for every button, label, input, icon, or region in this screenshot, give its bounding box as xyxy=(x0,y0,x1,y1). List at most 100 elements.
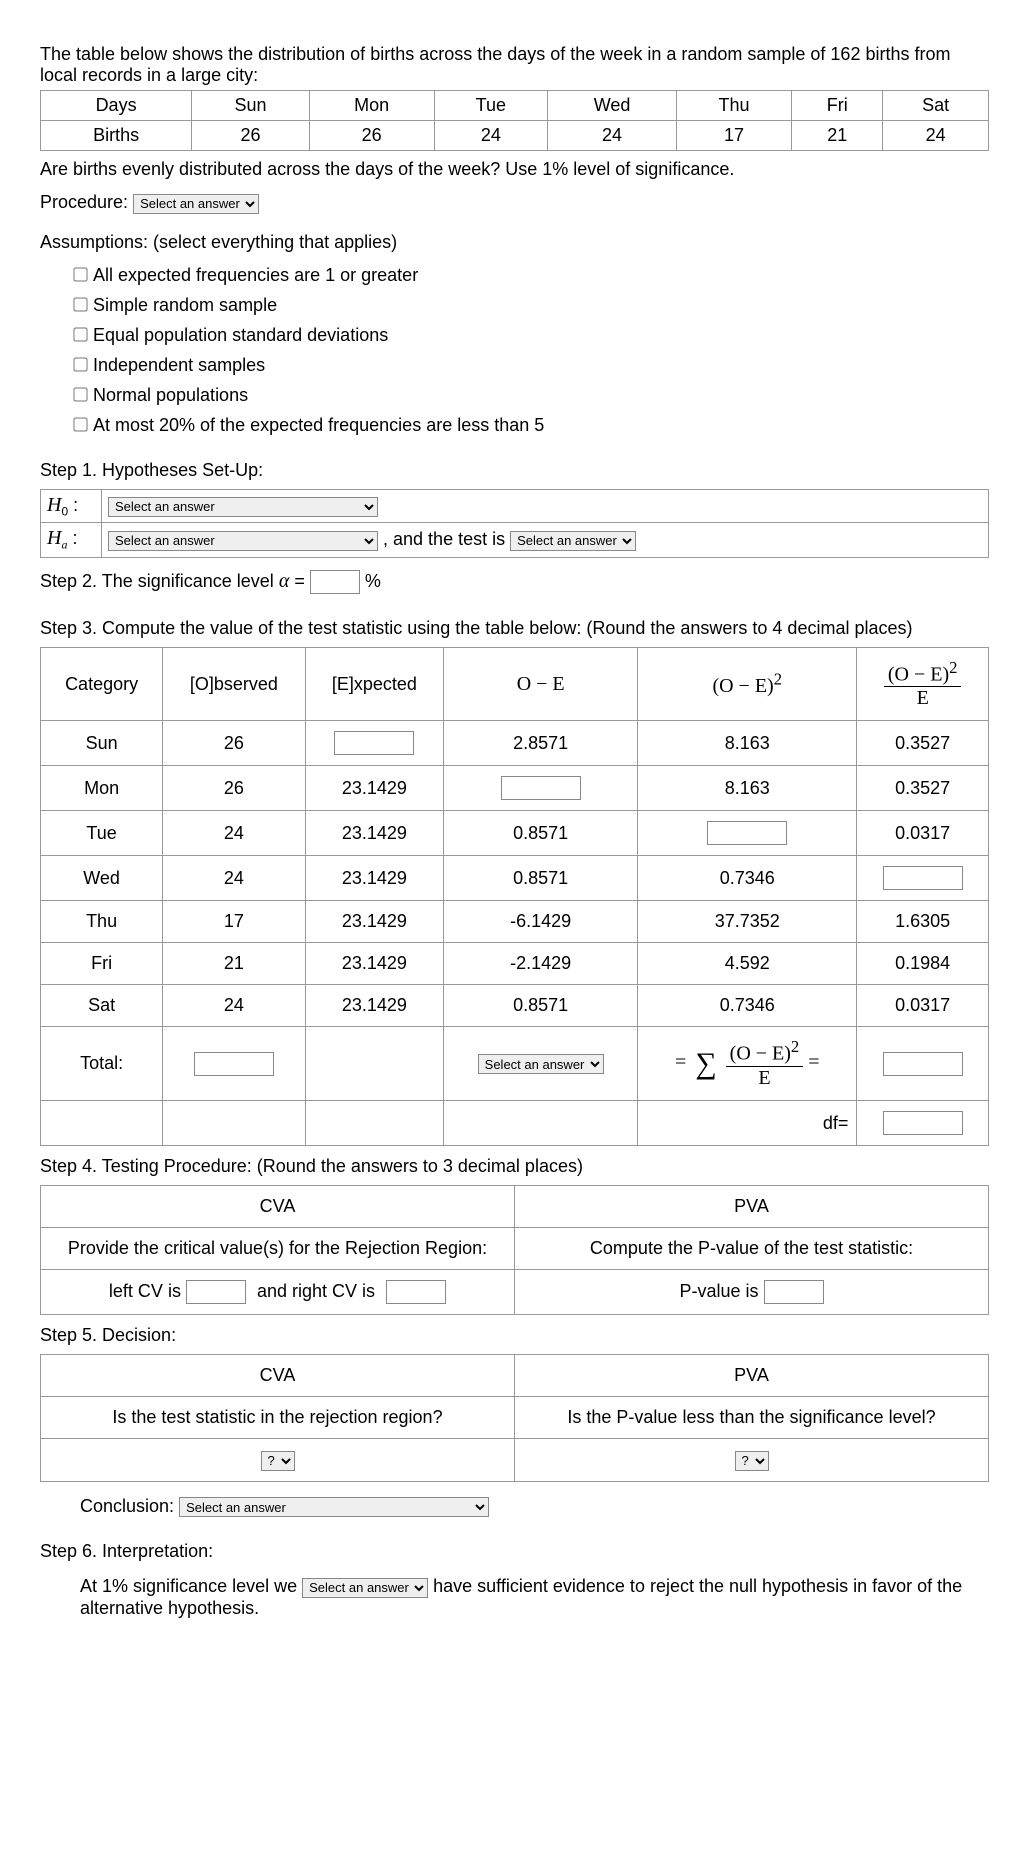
step5-table: CVA PVA Is the test statistic in the rej… xyxy=(40,1354,989,1482)
right-cv-input[interactable] xyxy=(386,1280,446,1304)
cell: 17 xyxy=(676,121,791,151)
step5-title: Step 5. Decision: xyxy=(40,1325,989,1346)
chi-input[interactable] xyxy=(883,866,963,890)
df-input[interactable] xyxy=(883,1111,963,1135)
colon: : xyxy=(73,495,78,515)
total-observed-input[interactable] xyxy=(194,1052,274,1076)
assumption-label: At most 20% of the expected frequencies … xyxy=(93,415,544,435)
cell: 24 xyxy=(163,985,306,1027)
df-label: df= xyxy=(638,1101,857,1146)
cell: Sat xyxy=(883,91,989,121)
cell: 8.163 xyxy=(638,721,857,766)
step4-title: Step 4. Testing Procedure: (Round the an… xyxy=(40,1156,989,1177)
cell: 23.1429 xyxy=(305,985,443,1027)
assumption-checkbox-2[interactable] xyxy=(73,327,87,341)
hdr-expected: [E]xpected xyxy=(305,647,443,721)
cell: 2.8571 xyxy=(444,721,638,766)
assumptions-label: Assumptions: (select everything that app… xyxy=(40,232,989,253)
cell: 17 xyxy=(163,901,306,943)
cell: 0.8571 xyxy=(444,985,638,1027)
ha-select[interactable]: Select an answer xyxy=(108,531,378,551)
right-cv-label: and right CV is xyxy=(257,1281,375,1301)
conclusion-select[interactable]: Select an answer xyxy=(179,1497,489,1517)
assumption-label: Equal population standard deviations xyxy=(93,325,388,345)
cell: 0.7346 xyxy=(638,856,857,901)
cell: Thu xyxy=(676,91,791,121)
cell: 0.3527 xyxy=(857,766,989,811)
cva-decision-select[interactable]: ? xyxy=(261,1451,295,1471)
cell: 0.8571 xyxy=(444,811,638,856)
assumption-checkbox-5[interactable] xyxy=(73,417,87,431)
assumption-label: Normal populations xyxy=(93,385,248,405)
cva-header: CVA xyxy=(41,1186,515,1228)
total-label: Total: xyxy=(41,1027,163,1101)
cell: 24 xyxy=(548,121,677,151)
procedure-select[interactable]: Select an answer xyxy=(133,194,259,214)
cell: 26 xyxy=(309,121,434,151)
ha-sub: a xyxy=(61,538,67,552)
cell: 23.1429 xyxy=(305,811,443,856)
test-type-select[interactable]: Select an answer xyxy=(510,531,636,551)
expected-input[interactable] xyxy=(334,731,414,755)
ha-tail: , and the test is xyxy=(383,529,505,549)
assumption-label: Independent samples xyxy=(93,355,265,375)
pva-header2: PVA xyxy=(515,1355,989,1397)
cell: Fri xyxy=(792,91,883,121)
chi-total-input[interactable] xyxy=(883,1052,963,1076)
cva-desc: Provide the critical value(s) for the Re… xyxy=(41,1228,515,1270)
cell: Sat xyxy=(41,985,163,1027)
cell: 21 xyxy=(792,121,883,151)
h0-select[interactable]: Select an answer xyxy=(108,497,378,517)
cell: 0.8571 xyxy=(444,856,638,901)
cell: 26 xyxy=(163,721,306,766)
assumption-checkbox-4[interactable] xyxy=(73,387,87,401)
omesq-input[interactable] xyxy=(707,821,787,845)
intro-text: The table below shows the distribution o… xyxy=(40,44,989,86)
cell: Sun xyxy=(192,91,310,121)
interp-prefix: At 1% significance level we xyxy=(80,1576,297,1596)
ha-symbol: H xyxy=(47,527,61,549)
cell: Thu xyxy=(41,901,163,943)
cva-header2: CVA xyxy=(41,1355,515,1397)
step3-title: Step 3. Compute the value of the test st… xyxy=(40,618,989,639)
assumption-checkbox-3[interactable] xyxy=(73,357,87,371)
cell: Mon xyxy=(309,91,434,121)
cell: Sun xyxy=(41,721,163,766)
interp-select[interactable]: Select an answer xyxy=(302,1578,428,1598)
conclusion-label: Conclusion: xyxy=(80,1496,174,1516)
cell: 37.7352 xyxy=(638,901,857,943)
pva-header: PVA xyxy=(515,1186,989,1228)
pva-decision-select[interactable]: ? xyxy=(735,1451,769,1471)
sum-formula: = ∑ (O − E)2 E = xyxy=(638,1027,857,1101)
test-stat-name-select[interactable]: Select an answer xyxy=(478,1054,604,1074)
cell: 4.592 xyxy=(638,943,857,985)
cell: 26 xyxy=(192,121,310,151)
cell: 8.163 xyxy=(638,766,857,811)
cell: -2.1429 xyxy=(444,943,638,985)
cell: 23.1429 xyxy=(305,856,443,901)
cell: Fri xyxy=(41,943,163,985)
cell: 26 xyxy=(163,766,306,811)
assumption-checkbox-0[interactable] xyxy=(73,267,87,281)
cell: Wed xyxy=(41,856,163,901)
births-data-table: Days Sun Mon Tue Wed Thu Fri Sat Births … xyxy=(40,90,989,151)
assumption-label: Simple random sample xyxy=(93,295,277,315)
cell: Births xyxy=(41,121,192,151)
equals: = xyxy=(294,571,305,591)
colon: : xyxy=(72,528,77,548)
left-cv-input[interactable] xyxy=(186,1280,246,1304)
pva-desc: Compute the P-value of the test statisti… xyxy=(515,1228,989,1270)
assumption-checkbox-1[interactable] xyxy=(73,297,87,311)
cell: 23.1429 xyxy=(305,766,443,811)
assumptions-list: All expected frequencies are 1 or greate… xyxy=(70,265,989,436)
alpha-input[interactable] xyxy=(310,570,360,594)
pvalue-input[interactable] xyxy=(764,1280,824,1304)
cell: 0.1984 xyxy=(857,943,989,985)
ome-input[interactable] xyxy=(501,776,581,800)
cell: 0.3527 xyxy=(857,721,989,766)
hdr-omesq: (O − E)2 xyxy=(638,647,857,721)
cell: 24 xyxy=(163,811,306,856)
cell: 24 xyxy=(163,856,306,901)
cell: 1.6305 xyxy=(857,901,989,943)
step4-table: CVA PVA Provide the critical value(s) fo… xyxy=(40,1185,989,1315)
